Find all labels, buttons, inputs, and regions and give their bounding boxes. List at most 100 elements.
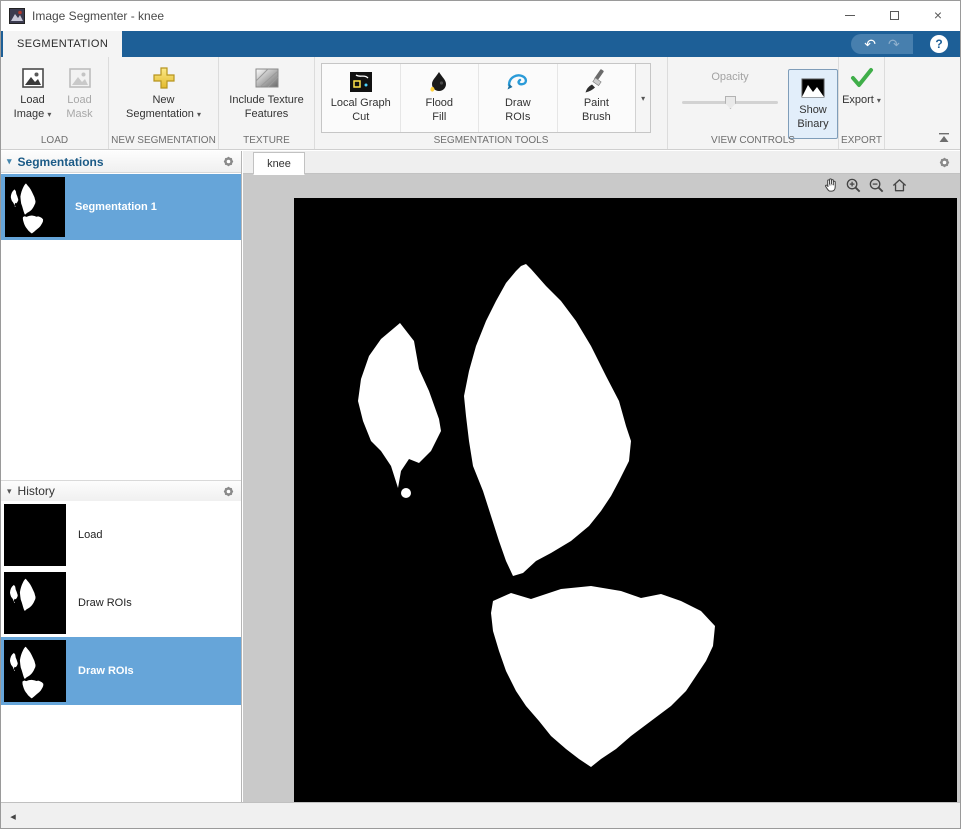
history-thumbnail xyxy=(4,504,66,566)
opacity-slider[interactable] xyxy=(682,95,778,109)
export-label: Export xyxy=(842,94,874,106)
draw-rois-icon xyxy=(507,74,527,90)
close-icon: × xyxy=(933,7,943,23)
new-segmentation-section-label: NEW SEGMENTATION xyxy=(111,135,216,146)
image-segmenter-window: Image Segmenter - knee × SEGMENTATION ↶ … xyxy=(0,0,961,829)
minimize-button[interactable] xyxy=(828,1,872,29)
status-bar: ◂ xyxy=(1,802,960,828)
opacity-label: Opacity xyxy=(711,71,749,83)
local-graph-cut-button[interactable]: Local Graph Cut xyxy=(322,64,400,132)
history-item-draw-rois-2[interactable]: Draw ROIs xyxy=(1,637,241,705)
draw-rois-button[interactable]: Draw ROIs xyxy=(479,64,557,132)
pan-hand-icon xyxy=(824,177,836,192)
tools-gallery-dropdown[interactable]: ▾ xyxy=(635,64,651,132)
minimize-icon xyxy=(845,14,855,16)
local-graph-cut-icon xyxy=(349,72,372,92)
history-panel-header[interactable]: ▾ History xyxy=(1,480,241,502)
history-item-load[interactable]: Load xyxy=(1,501,241,569)
dropdown-arrow-icon: ▾ xyxy=(876,96,881,105)
segmentation-tools-gallery: Local Graph Cut Flood Fill Draw ROIs Pai… xyxy=(321,63,651,133)
segmentation-list-item[interactable]: Segmentation 1 xyxy=(1,174,241,240)
tab-segmentation[interactable]: SEGMENTATION xyxy=(3,31,123,57)
slider-thumb[interactable] xyxy=(725,96,736,109)
show-binary-toggle[interactable]: Show Binary xyxy=(788,69,838,139)
load-image-icon xyxy=(21,68,44,88)
load-mask-button[interactable]: Load Mask xyxy=(58,63,102,124)
ribbon-section-view-controls: Opacity Show Binary VIEW CONTROLS xyxy=(668,57,839,149)
zoom-out-icon xyxy=(869,178,883,192)
paint-brush-icon xyxy=(585,69,605,93)
window-controls: × xyxy=(828,1,960,29)
dropdown-arrow-icon: ▾ xyxy=(641,93,646,103)
ribbon-section-new-segmentation: New Segmentation ▾ NEW SEGMENTATION xyxy=(109,57,219,149)
include-texture-features-button[interactable]: Include Texture Features xyxy=(222,63,311,124)
new-segmentation-label: New Segmentation xyxy=(126,94,194,120)
toolstrip-tab-bar: SEGMENTATION ↶ ↷ ? xyxy=(1,31,960,57)
texture-icon xyxy=(255,68,278,88)
ribbon-section-load: Load Image ▾ Load Mask LOAD xyxy=(1,57,109,149)
gear-icon[interactable] xyxy=(938,156,951,169)
segmentations-panel-header[interactable]: ▾ Segmentations xyxy=(1,151,241,173)
window-title: Image Segmenter - knee xyxy=(32,9,165,23)
local-graph-cut-label: Local Graph Cut xyxy=(330,97,391,123)
history-thumbnail xyxy=(4,572,66,634)
help-button[interactable]: ? xyxy=(930,35,948,53)
home-icon xyxy=(892,178,906,191)
export-button[interactable]: Export ▾ xyxy=(840,63,884,110)
load-mask-icon xyxy=(68,68,91,88)
title-bar: Image Segmenter - knee × xyxy=(1,1,960,31)
zoom-out-button[interactable] xyxy=(867,176,885,194)
paint-brush-label: Paint Brush xyxy=(581,97,611,123)
history-panel-title: History xyxy=(17,484,55,498)
zoom-in-icon xyxy=(846,178,860,192)
binary-mask-image[interactable] xyxy=(294,198,957,802)
new-segmentation-button[interactable]: New Segmentation ▾ xyxy=(122,63,206,124)
fit-to-window-button[interactable] xyxy=(890,176,908,194)
quick-access-toolbar: ↶ ↷ xyxy=(851,34,913,54)
load-mask-label: Load Mask xyxy=(66,94,93,120)
segmentation-thumbnail xyxy=(5,177,65,237)
draw-rois-label: Draw ROIs xyxy=(504,97,531,123)
history-item-label: Load xyxy=(78,529,103,541)
document-tab-bar: knee xyxy=(243,151,960,175)
show-binary-label: Show Binary xyxy=(797,104,829,130)
gear-icon[interactable] xyxy=(222,155,235,168)
history-item-draw-rois-1[interactable]: Draw ROIs xyxy=(1,569,241,637)
panel-collapse-icon[interactable]: ▾ xyxy=(7,486,12,497)
flood-fill-icon xyxy=(430,72,447,92)
texture-label: Include Texture Features xyxy=(229,94,304,120)
load-image-button[interactable]: Load Image ▾ xyxy=(8,63,58,124)
document-tab-knee[interactable]: knee xyxy=(253,152,305,175)
segmentation-item-label: Segmentation 1 xyxy=(75,201,157,213)
flood-fill-button[interactable]: Flood Fill xyxy=(401,64,479,132)
segmentations-panel-title: Segmentations xyxy=(17,154,104,169)
ribbon-section-segmentation-tools: Local Graph Cut Flood Fill Draw ROIs Pai… xyxy=(315,57,668,149)
undo-icon[interactable]: ↶ xyxy=(864,37,876,51)
opacity-control: Opacity xyxy=(676,71,784,109)
image-canvas-background xyxy=(243,174,960,802)
show-binary-icon xyxy=(801,78,825,98)
close-button[interactable]: × xyxy=(916,1,960,29)
export-section-label: EXPORT xyxy=(841,135,882,146)
ribbon: Load Image ▾ Load Mask LOAD New Segmenta… xyxy=(1,57,960,150)
view-controls-section-label: VIEW CONTROLS xyxy=(711,135,795,146)
redo-icon[interactable]: ↷ xyxy=(888,37,900,51)
zoom-in-button[interactable] xyxy=(844,176,862,194)
document-area: knee xyxy=(243,151,960,802)
scroll-left-button[interactable]: ◂ xyxy=(5,808,21,824)
ribbon-section-export: Export ▾ EXPORT xyxy=(839,57,885,149)
new-segmentation-icon xyxy=(152,67,175,89)
panel-collapse-icon[interactable]: ▾ xyxy=(7,156,12,167)
load-image-label: Load Image xyxy=(13,94,45,120)
flood-fill-label: Flood Fill xyxy=(425,97,454,123)
pan-tool-button[interactable] xyxy=(821,176,839,194)
gear-icon[interactable] xyxy=(222,485,235,498)
maximize-button[interactable] xyxy=(872,1,916,29)
dropdown-arrow-icon: ▾ xyxy=(196,109,201,119)
paint-brush-button[interactable]: Paint Brush xyxy=(558,64,636,132)
collapse-ribbon-button[interactable] xyxy=(937,132,951,144)
scroll-left-icon: ◂ xyxy=(10,810,16,823)
browser-panel: ▾ Segmentations Segmentation 1 ▾ History xyxy=(1,151,242,802)
binary-mask-svg xyxy=(294,198,957,802)
load-section-label: LOAD xyxy=(40,135,69,146)
